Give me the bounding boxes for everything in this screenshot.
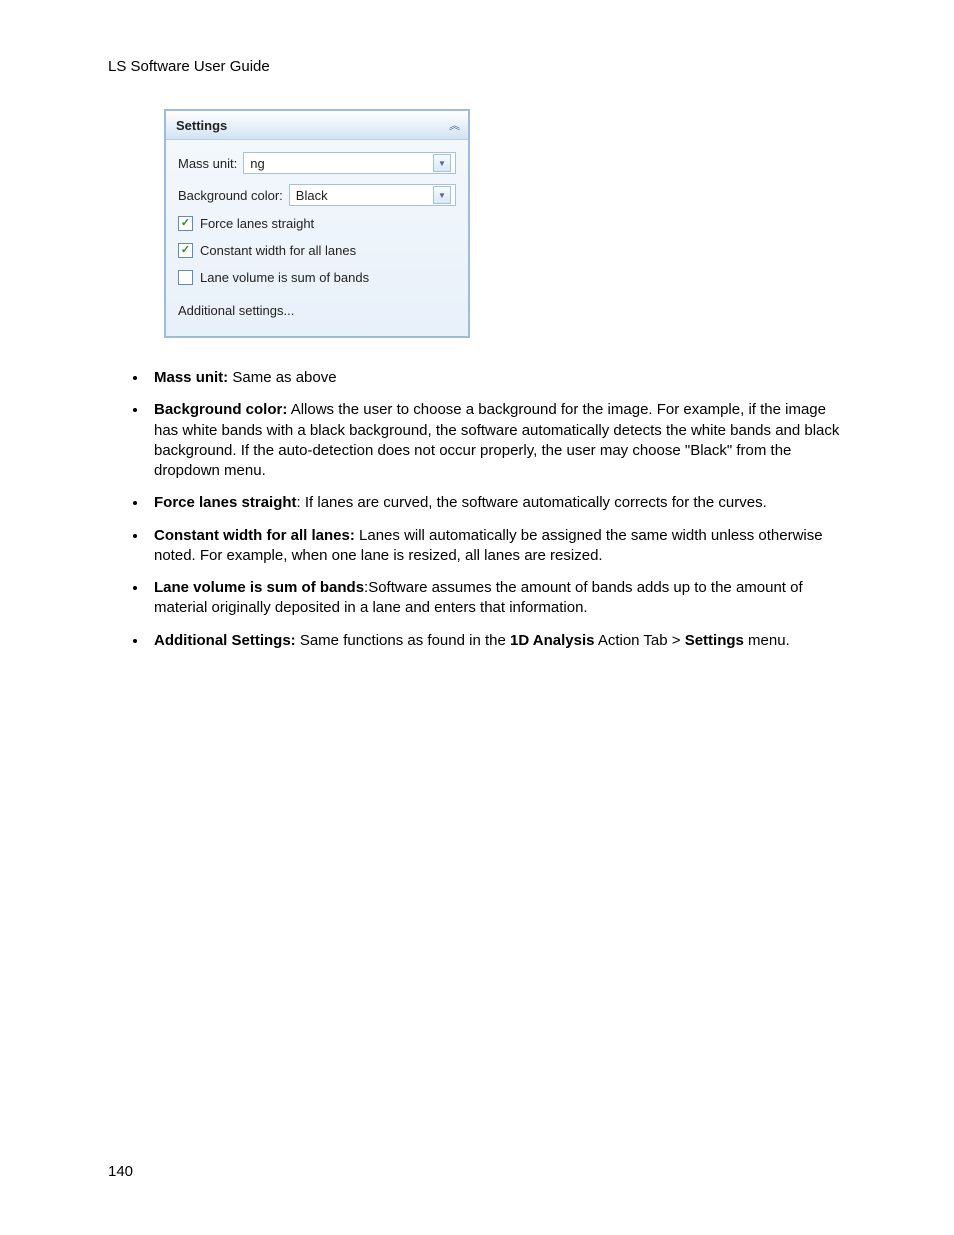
bold2: Settings <box>685 632 744 649</box>
lane-volume-label: Lane volume is sum of bands <box>200 270 369 285</box>
list-item: Background color: Allows the user to cho… <box>148 400 846 481</box>
force-lanes-label: Force lanes straight <box>200 216 314 231</box>
bg-color-value: Black <box>296 188 328 203</box>
desc: Same as above <box>228 369 336 386</box>
list-item: Force lanes straight: If lanes are curve… <box>148 493 846 513</box>
mass-unit-value: ng <box>250 156 264 171</box>
list-item: Mass unit: Same as above <box>148 368 846 388</box>
description-list: Mass unit: Same as above Background colo… <box>108 368 846 651</box>
term: Background color: <box>154 401 287 418</box>
term: Constant width for all lanes: <box>154 527 355 544</box>
bg-color-dropdown[interactable]: Black ▼ <box>289 184 456 206</box>
p3: menu. <box>744 632 790 649</box>
list-item: Constant width for all lanes: Lanes will… <box>148 526 846 567</box>
term: Force lanes straight <box>154 494 297 511</box>
bg-color-row: Background color: Black ▼ <box>178 184 456 206</box>
constant-width-checkbox-row[interactable]: ✓ Constant width for all lanes <box>178 243 456 258</box>
mass-unit-row: Mass unit: ng ▼ <box>178 152 456 174</box>
mass-unit-dropdown[interactable]: ng ▼ <box>243 152 456 174</box>
lane-volume-checkbox-row[interactable]: Lane volume is sum of bands <box>178 270 456 285</box>
bold1: 1D Analysis <box>510 632 595 649</box>
desc: : If lanes are curved, the software auto… <box>297 494 767 511</box>
page-header: LS Software User Guide <box>108 58 846 75</box>
list-item: Lane volume is sum of bands:Software ass… <box>148 578 846 619</box>
additional-settings-link[interactable]: Additional settings... <box>178 303 456 318</box>
term: Additional Settings: <box>154 632 296 649</box>
settings-panel-body: Mass unit: ng ▼ Background color: Black … <box>166 140 468 336</box>
mass-unit-label: Mass unit: <box>178 156 237 171</box>
checkbox-icon[interactable]: ✓ <box>178 243 193 258</box>
settings-panel: Settings ︽ Mass unit: ng ▼ Background co… <box>164 109 470 338</box>
p2: Action Tab > <box>594 632 684 649</box>
p1: Same functions as found in the <box>296 632 510 649</box>
checkbox-icon[interactable]: ✓ <box>178 216 193 231</box>
page-number: 140 <box>108 1163 133 1180</box>
term: Lane volume is sum of bands <box>154 579 364 596</box>
chevron-down-icon[interactable]: ▼ <box>433 186 451 204</box>
panel-title: Settings <box>176 118 227 133</box>
checkbox-icon[interactable] <box>178 270 193 285</box>
chevron-down-icon[interactable]: ▼ <box>433 154 451 172</box>
term: Mass unit: <box>154 369 228 386</box>
settings-panel-header[interactable]: Settings ︽ <box>166 111 468 140</box>
constant-width-label: Constant width for all lanes <box>200 243 356 258</box>
list-item: Additional Settings: Same functions as f… <box>148 631 846 651</box>
force-lanes-checkbox-row[interactable]: ✓ Force lanes straight <box>178 216 456 231</box>
collapse-icon[interactable]: ︽ <box>449 117 458 133</box>
bg-color-label: Background color: <box>178 188 283 203</box>
